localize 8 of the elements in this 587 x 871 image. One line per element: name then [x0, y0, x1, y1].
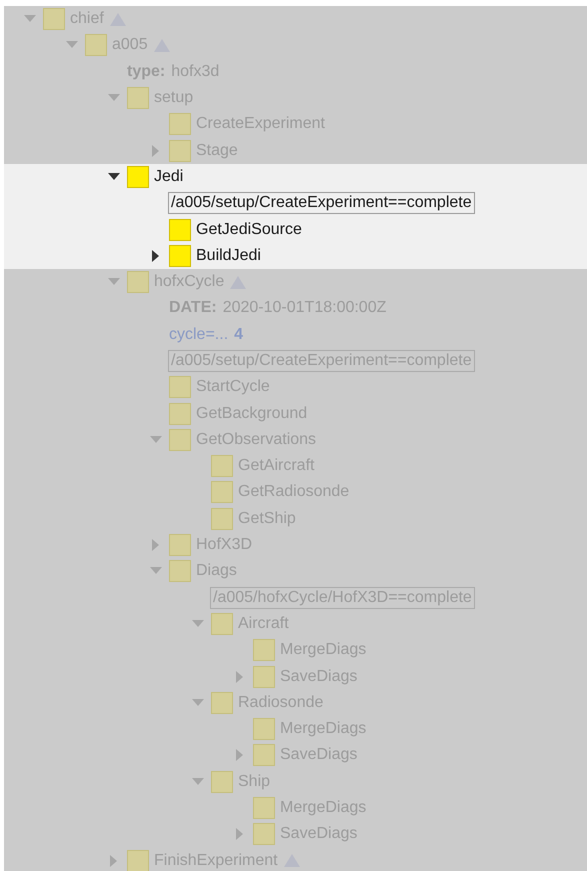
node-name[interactable]: GetJediSource — [196, 220, 302, 239]
repeat-value: 4 — [234, 326, 244, 344]
disclosure-triangle-icon[interactable] — [108, 172, 120, 181]
node-name[interactable]: Jedi — [154, 168, 184, 186]
trigger-expression: /a005/setup/CreateExperiment==complete — [168, 192, 475, 214]
node-name[interactable]: BuildJedi — [196, 246, 261, 265]
disclosure-triangle-icon[interactable] — [152, 250, 160, 262]
repeat-label: cycle=... — [169, 326, 228, 344]
